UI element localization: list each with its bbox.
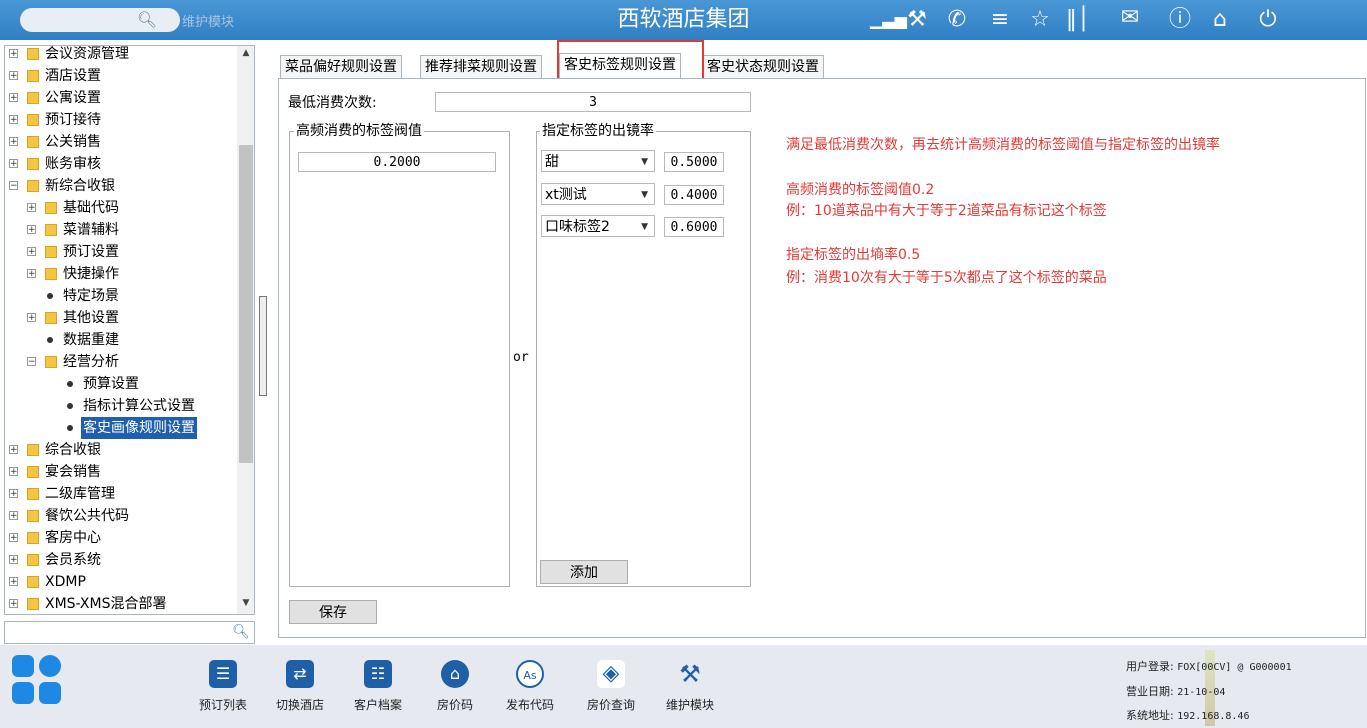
search-icon[interactable]: 🔍︎ — [231, 622, 251, 642]
tree-scrollbar-thumb[interactable] — [239, 145, 253, 463]
chevron-down-icon: ▼ — [641, 190, 648, 200]
module-tree[interactable]: + 会议资源管理 + 酒店设置 + 公寓设置 + 预订接待 + 公关销售 + 账务审核 − 新… — [4, 45, 255, 615]
tag-select[interactable]: 口味标签2 ▼ — [541, 215, 655, 237]
rate-input[interactable]: 0.6000 — [664, 217, 724, 237]
help-icon[interactable]: ⓘ — [1165, 6, 1195, 34]
system-address: 系统地址: 192.168.8.46 — [1126, 709, 1250, 722]
tab-guest-status-rules[interactable]: 客史状态规则设置 — [702, 55, 824, 78]
threshold-group-title: 高频消费的标签阀值 — [294, 122, 424, 140]
tag-select[interactable]: 甜 ▼ — [541, 150, 655, 172]
columns-icon[interactable]: ‖│ — [1063, 6, 1093, 34]
app-title: 西软酒店集团 — [617, 7, 750, 32]
panel-splitter[interactable] — [259, 296, 267, 396]
maintenance-icon: ⚒ — [679, 660, 701, 688]
mail-icon[interactable]: ✉ — [1115, 4, 1145, 32]
add-button[interactable]: 添加 — [540, 560, 628, 584]
dock-maintenance[interactable]: ⚒ 维护模块 — [662, 660, 718, 713]
rate-input[interactable]: 0.4000 — [664, 185, 724, 205]
min-count-input[interactable]: 3 — [435, 92, 751, 112]
tag-select[interactable]: xt测试 ▼ — [541, 183, 655, 205]
note-text: 高频消费的标签阈值0.2 — [786, 182, 935, 198]
dock-booking-list[interactable]: ☰ 预订列表 — [195, 660, 251, 713]
scroll-up-icon[interactable]: ▲ — [240, 48, 252, 60]
tools-icon[interactable]: ⚒ — [902, 6, 932, 34]
note-text: 满足最低消费次数，再去统计高频消费的标签阈值与指定标签的出镜率 — [786, 137, 1220, 153]
switch-hotel-icon: ⇄ — [286, 660, 314, 688]
tab-recommend-dish[interactable]: 推荐排菜规则设置 — [420, 55, 542, 78]
business-date: 营业日期: 21-10-04 — [1126, 685, 1226, 698]
power-icon[interactable]: ⏻ — [1253, 6, 1283, 34]
rate-group-title: 指定标签的出镜率 — [540, 122, 656, 140]
chevron-down-icon: ▼ — [641, 157, 648, 167]
login-info: 用户登录: FOX[00CV] @ G000001 — [1126, 660, 1292, 673]
threshold-input[interactable]: 0.2000 — [298, 152, 496, 172]
star-icon[interactable]: ☆ — [1025, 6, 1055, 34]
rate-input[interactable]: 0.5000 — [664, 152, 724, 172]
or-label: or — [513, 350, 529, 365]
note-text: 指定标签的出墒率0.5 — [786, 247, 921, 263]
rate-query-icon: ◈ — [597, 660, 625, 688]
min-count-label: 最低消费次数: — [288, 95, 377, 111]
scroll-down-icon[interactable]: ▼ — [240, 598, 252, 610]
customer-file-icon: ☷ — [364, 660, 392, 688]
note-text: 例：10道菜品中有大于等于2道菜品有标记这个标签 — [786, 203, 1107, 219]
dock-switch-hotel[interactable]: ⇄ 切换酒店 — [272, 660, 328, 713]
booking-list-icon: ☰ — [209, 660, 237, 688]
threshold-group — [289, 131, 510, 587]
note-text: 例：消费10次有大于等于5次都点了这个标签的菜品 — [786, 270, 1107, 286]
menu-icon[interactable]: ≡ — [985, 6, 1015, 34]
tab-dish-preference[interactable]: 菜品偏好规则设置 — [280, 55, 402, 78]
signal-icon: ▁▃▅ — [870, 10, 907, 29]
dock-rate-query[interactable]: ◈ 房价查询 — [583, 660, 639, 713]
publish-code-icon: As — [516, 660, 544, 688]
dock-customer-file[interactable]: ☷ 客户档案 — [350, 660, 406, 713]
phone-icon[interactable]: ✆ — [942, 6, 972, 34]
chevron-down-icon: ▼ — [641, 222, 648, 232]
dock-rate-code[interactable]: ⌂ 房价码 — [427, 660, 483, 713]
tree-search-input[interactable] — [4, 621, 255, 644]
app-launcher-icon[interactable] — [12, 655, 64, 707]
dock-publish-code[interactable]: As 发布代码 — [502, 660, 558, 713]
rate-code-icon: ⌂ — [441, 660, 469, 688]
save-button[interactable]: 保存 — [289, 600, 377, 624]
home-icon[interactable]: ⌂ — [1205, 6, 1235, 34]
